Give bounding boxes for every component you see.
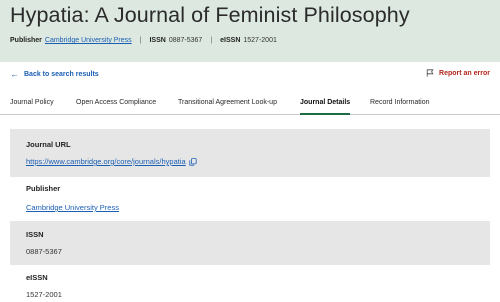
- eissn-section: eISSN 1527-2001: [10, 265, 490, 302]
- eissn-value: 1527-2001: [26, 290, 62, 299]
- eissn-label: eISSN: [26, 273, 48, 282]
- report-error-button[interactable]: Report an error: [426, 69, 490, 77]
- publisher-label: Publisher: [26, 184, 61, 193]
- meta-separator: |: [210, 37, 213, 44]
- issn-meta-value: 0887-5367: [168, 37, 203, 44]
- publisher-meta-label: Publisher: [10, 37, 42, 44]
- journal-meta: Publisher Cambridge University Press | I…: [10, 37, 277, 44]
- flag-icon: [426, 69, 434, 77]
- journal-url-link[interactable]: https://www.cambridge.org/core/journals/…: [26, 157, 197, 166]
- publisher-section: Publisher Cambridge University Press: [10, 177, 490, 221]
- publisher-link[interactable]: Cambridge University Press: [26, 203, 119, 212]
- publisher-meta-link[interactable]: Cambridge University Press: [45, 37, 132, 44]
- tab-bar: Journal Policy Open Access Compliance Tr…: [0, 95, 500, 115]
- issn-value: 0887-5367: [26, 247, 62, 256]
- page-title: Hypatia: A Journal of Feminist Philosoph…: [10, 3, 410, 27]
- issn-label: ISSN: [26, 230, 44, 239]
- eissn-meta-label: eISSN: [220, 37, 241, 44]
- tab-open-access-compliance[interactable]: Open Access Compliance: [76, 99, 156, 115]
- journal-header: Hypatia: A Journal of Feminist Philosoph…: [0, 0, 500, 62]
- tab-journal-details[interactable]: Journal Details: [300, 99, 351, 115]
- copy-icon[interactable]: [189, 157, 197, 166]
- arrow-left-icon: ←: [10, 69, 19, 79]
- journal-url-section: Journal URL https://www.cambridge.org/co…: [10, 129, 490, 177]
- journal-url-text: https://www.cambridge.org/core/journals/…: [26, 157, 186, 166]
- issn-meta-label: ISSN: [149, 37, 166, 44]
- report-error-label: Report an error: [439, 69, 490, 77]
- tab-journal-policy[interactable]: Journal Policy: [10, 99, 54, 115]
- tab-record-information[interactable]: Record Information: [370, 99, 430, 115]
- tab-transitional-agreement[interactable]: Transitional Agreement Look-up: [178, 99, 277, 115]
- back-link-label: Back to search results: [24, 70, 99, 78]
- back-to-results-link[interactable]: ← Back to search results: [10, 69, 99, 79]
- eissn-meta-value: 1527-2001: [243, 37, 277, 44]
- action-row: ← Back to search results Report an error: [0, 66, 500, 84]
- journal-url-label: Journal URL: [26, 140, 71, 149]
- issn-section: ISSN 0887-5367: [10, 221, 490, 265]
- meta-separator: |: [139, 37, 142, 44]
